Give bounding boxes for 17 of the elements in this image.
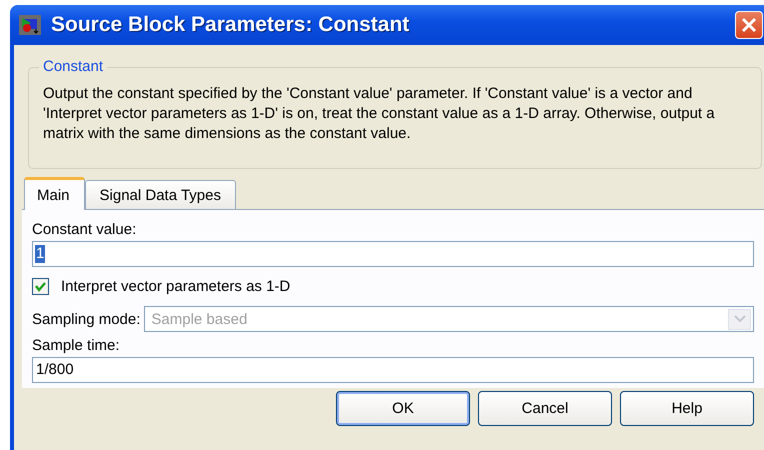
checkbox-label: Interpret vector parameters as 1-D [61, 278, 290, 294]
block-diagram-icon [19, 15, 41, 35]
close-button[interactable] [735, 11, 763, 39]
checkbox[interactable] [32, 278, 49, 294]
close-icon [740, 16, 758, 34]
tab[interactable]: Signal Data Types [84, 180, 236, 209]
dialog-button[interactable]: Help [620, 391, 754, 426]
dialog-button[interactable]: Cancel [478, 391, 612, 426]
input-field[interactable]: 1/800 [32, 357, 754, 383]
field-label: Sample time: [32, 337, 121, 355]
field-label: Constant value: [32, 221, 138, 239]
description-text: Output the constant specified by the 'Constant value' parameter. If 'Constant value' is a vector and 'Interpret vector parameters as 1-D' is on, treat the constant value as a 1-D array. Otherwise, output a matrix with the same dimensions as the constant value. [43, 84, 716, 144]
tab[interactable]: Main [24, 177, 85, 210]
dialog-button[interactable]: OK [336, 391, 470, 426]
window-title: Source Block Parameters: Constant [51, 13, 410, 37]
input-field[interactable]: 1 [32, 241, 754, 267]
field-label: Sampling mode: [32, 310, 140, 328]
